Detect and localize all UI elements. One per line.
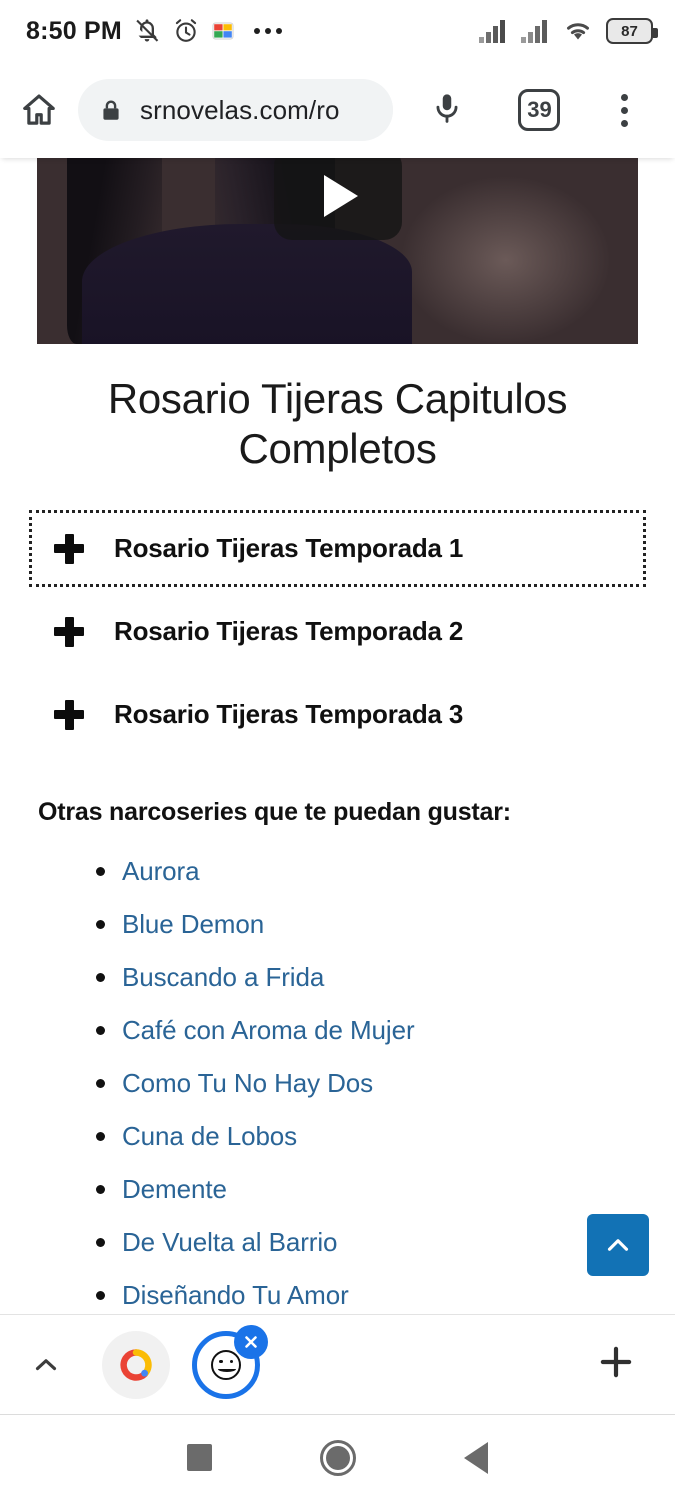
series-link-blue-demon[interactable]: Blue Demon — [122, 909, 264, 939]
circle-home-icon[interactable] — [320, 1439, 356, 1476]
play-icon — [323, 175, 358, 217]
video-player[interactable] — [37, 158, 638, 344]
battery-icon: 87 — [606, 18, 658, 44]
plus-icon — [54, 616, 84, 647]
scroll-to-top-button[interactable] — [587, 1214, 649, 1276]
signal-bars-icon — [479, 20, 505, 43]
tab-switcher-button[interactable]: 39 — [518, 89, 561, 131]
list-item: Diseñando Tu Amor — [88, 1269, 637, 1314]
close-x-icon — [245, 1335, 257, 1348]
list-item: Blue Demon — [88, 898, 637, 951]
page-title: Rosario Tijeras Capitulos Completos — [107, 375, 568, 472]
list-item: Buscando a Frida — [88, 951, 637, 1004]
sticker-suggestion-button[interactable] — [192, 1324, 268, 1399]
lock-icon — [103, 100, 119, 120]
battery-level: 87 — [621, 22, 638, 40]
list-item: Café con Aroma de Mujer — [88, 1004, 637, 1057]
list-item: Demente — [88, 1163, 637, 1216]
face-sticker-icon — [211, 1349, 241, 1380]
android-nav-bar — [0, 1415, 675, 1500]
triangle-back-icon[interactable] — [464, 1441, 488, 1474]
phone-screen: 8:50 PM 87 srnovelas.com/ro 39 Rosario T… — [0, 0, 675, 1500]
list-item: De Vuelta al Barrio — [88, 1216, 637, 1269]
tab-count: 39 — [527, 97, 552, 122]
series-link-cuna-de-lobos[interactable]: Cuna de Lobos — [122, 1121, 297, 1151]
list-item: Cuna de Lobos — [88, 1110, 637, 1163]
suggestion-bar — [0, 1314, 675, 1415]
status-bar-right: 87 — [478, 18, 658, 44]
menu-button[interactable] — [615, 88, 634, 133]
plus-icon — [54, 533, 84, 564]
home-icon — [23, 94, 55, 125]
series-link-demente[interactable]: Demente — [122, 1174, 227, 1204]
alarm-clock-icon — [175, 19, 197, 42]
accordion-item-temporada-1[interactable]: Rosario Tijeras Temporada 1 — [29, 510, 646, 588]
status-bar: 8:50 PM 87 — [0, 0, 675, 62]
related-series-section: Otras narcoseries que te puedan gustar: … — [38, 798, 637, 1314]
list-item: Aurora — [88, 845, 637, 898]
browser-toolbar: srnovelas.com/ro 39 — [0, 62, 675, 158]
series-link-de-vuelta-al-barrio[interactable]: De Vuelta al Barrio — [122, 1227, 337, 1257]
play-button[interactable] — [273, 158, 402, 240]
accordion-item-temporada-2[interactable]: Rosario Tijeras Temporada 2 — [32, 596, 643, 667]
accordion-item-temporada-3[interactable]: Rosario Tijeras Temporada 3 — [32, 679, 643, 750]
url-text: srnovelas.com/ro — [140, 94, 340, 125]
signal-bars-2-icon — [521, 20, 547, 43]
status-time: 8:50 PM — [26, 16, 122, 45]
season-accordion: Rosario Tijeras Temporada 1 Rosario Tije… — [0, 510, 675, 750]
plus-icon — [600, 1346, 632, 1378]
google-assistant-icon — [120, 1348, 152, 1381]
wifi-icon — [567, 23, 589, 40]
accordion-label: Rosario Tijeras Temporada 3 — [114, 699, 464, 730]
voice-search-button[interactable] — [430, 91, 464, 130]
related-series-list: Aurora Blue Demon Buscando a Frida Café … — [88, 845, 637, 1314]
series-link-buscando-a-frida[interactable]: Buscando a Frida — [122, 962, 324, 992]
list-item: Como Tu No Hay Dos — [88, 1057, 637, 1110]
status-bar-left: 8:50 PM — [26, 17, 282, 46]
chevron-up-icon — [607, 1239, 629, 1251]
web-page-content: Rosario Tijeras Capitulos Completos Rosa… — [0, 158, 675, 1314]
microphone-icon — [436, 93, 458, 123]
series-link-aurora[interactable]: Aurora — [122, 856, 200, 886]
url-bar[interactable]: srnovelas.com/ro — [78, 79, 393, 141]
expand-suggestions-button[interactable] — [0, 1348, 92, 1382]
google-assistant-button[interactable] — [102, 1330, 170, 1399]
home-button[interactable] — [0, 91, 78, 129]
series-link-como-tu-no-hay-dos[interactable]: Como Tu No Hay Dos — [122, 1068, 373, 1098]
series-link-disenando-tu-amor[interactable]: Diseñando Tu Amor — [122, 1280, 349, 1310]
accordion-label: Rosario Tijeras Temporada 1 — [114, 533, 464, 564]
close-sticker-button[interactable] — [234, 1324, 268, 1359]
video-thumbnail-detail — [82, 224, 412, 344]
bell-muted-icon — [136, 19, 159, 42]
overflow-dots-icon — [253, 28, 282, 34]
chevron-up-icon — [35, 1358, 57, 1370]
toolbar-actions: 39 — [393, 88, 675, 133]
add-suggestion-button[interactable] — [595, 1341, 637, 1388]
plus-icon — [54, 699, 84, 730]
kebab-menu-icon — [620, 93, 628, 101]
google-photos-icon — [212, 22, 234, 40]
series-link-cafe-con-aroma[interactable]: Café con Aroma de Mujer — [122, 1015, 415, 1045]
accordion-label: Rosario Tijeras Temporada 2 — [114, 616, 464, 647]
square-recents-icon[interactable] — [187, 1444, 212, 1471]
related-series-heading: Otras narcoseries que te puedan gustar: — [38, 798, 511, 827]
